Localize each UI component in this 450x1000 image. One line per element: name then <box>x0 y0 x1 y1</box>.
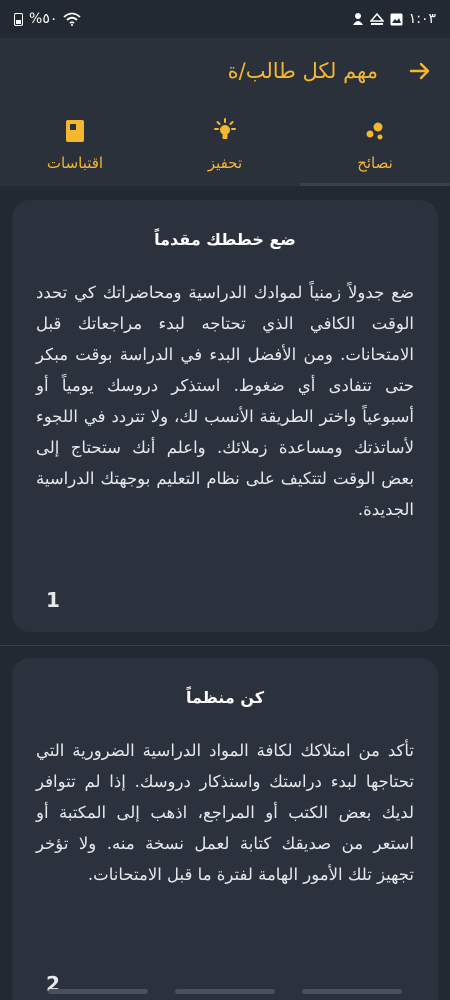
eject-icon <box>369 12 384 26</box>
status-left: %٥٠ <box>14 11 81 27</box>
tab-quotes[interactable]: اقتباسات <box>0 104 150 186</box>
lightbulb-icon <box>212 118 238 144</box>
tip-body: ضع جدولاً زمنياً لموادك الدراسية ومحاضرا… <box>36 283 414 519</box>
battery-level: %٥٠ <box>29 11 58 27</box>
wifi-icon <box>63 12 81 26</box>
scroll-indicator <box>175 989 275 994</box>
tip-title: ضع خططك مقدماً <box>154 230 296 249</box>
app-bar: مهم لكل طالب/ة <box>0 38 450 104</box>
tab-tips[interactable]: نصائح <box>300 104 450 186</box>
tip-card: ضع خططك مقدماً ضع جدولاً زمنياً لموادك ا… <box>12 200 438 632</box>
battery-icon <box>14 12 23 26</box>
tab-quotes-label: اقتباسات <box>46 154 104 172</box>
status-bar: %٥٠ ١:٠٣ <box>0 0 450 38</box>
scroll-indicator <box>48 989 148 994</box>
tips-list[interactable]: ضع خططك مقدماً ضع جدولاً زمنياً لموادك ا… <box>0 186 450 1000</box>
divider <box>0 645 450 646</box>
arrow-right-icon[interactable] <box>408 59 432 83</box>
tip-body: تأكد من امتلاكك لكافة المواد الدراسية ال… <box>36 741 414 884</box>
image-icon <box>390 13 403 26</box>
notification-icon <box>352 12 364 26</box>
tab-motivation[interactable]: تحفيز <box>150 104 300 186</box>
tip-title: كن منظماً <box>185 688 265 707</box>
tip-card: كن منظماً تأكد من امتلاكك لكافة المواد ا… <box>12 658 438 1000</box>
clock: ١:٠٣ <box>408 11 436 27</box>
page-title: مهم لكل طالب/ة <box>227 59 378 83</box>
bubbles-icon <box>362 118 388 144</box>
tab-motivation-label: تحفيز <box>207 154 243 172</box>
scroll-indicator <box>302 989 402 994</box>
tab-tips-label: نصائح <box>357 154 393 172</box>
status-right: ١:٠٣ <box>352 11 436 27</box>
tab-bar: نصائح تحفيز اقتباسات <box>0 104 450 186</box>
book-icon <box>62 118 88 144</box>
tip-number: 1 <box>46 588 60 612</box>
